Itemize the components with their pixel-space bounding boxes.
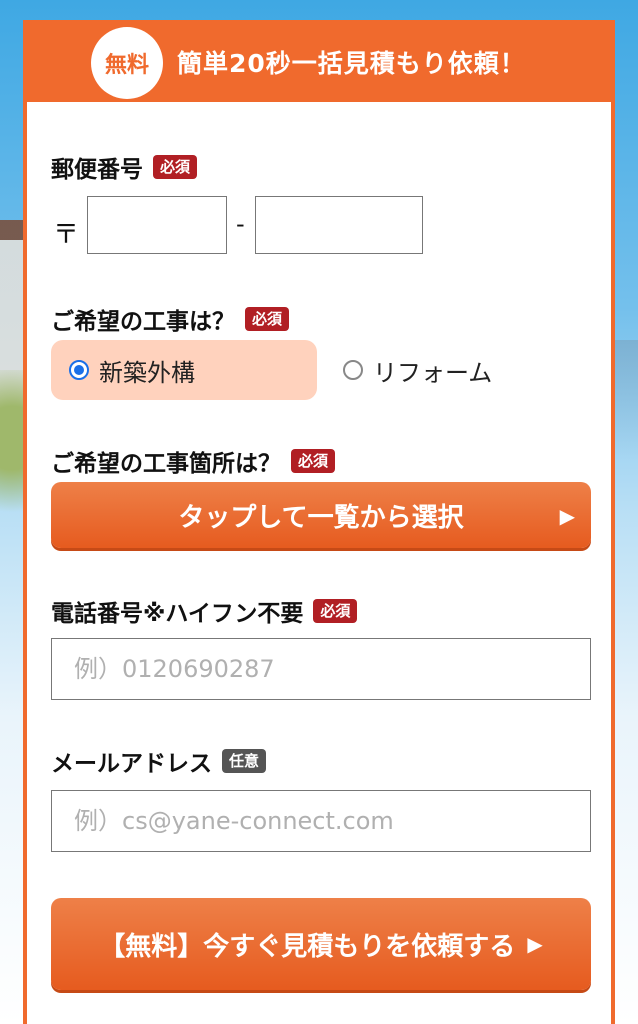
email-label-text: メールアドレス xyxy=(51,751,212,777)
work-location-label: ご希望の工事箇所は？ 必須 xyxy=(51,444,336,478)
required-tag: 必須 xyxy=(313,599,358,623)
required-tag: 必須 xyxy=(153,155,198,179)
email-label: メールアドレス 任意 xyxy=(51,744,267,778)
form-header: 無料 簡単20秒一括見積もり依頼！ xyxy=(27,24,611,102)
email-input[interactable] xyxy=(51,790,591,852)
estimate-form-card: 無料 簡単20秒一括見積もり依頼！ 郵便番号 必須 〒 - ご希望の工事は？ 必… xyxy=(23,20,615,1024)
work-type-label: ご希望の工事は？ 必須 xyxy=(51,302,290,336)
phone-label-text: 電話番号※ハイフン不要 xyxy=(51,601,304,627)
free-badge: 無料 xyxy=(91,27,163,99)
postal-code-label: 郵便番号 必須 xyxy=(51,150,198,184)
postal-mark-icon: 〒 xyxy=(53,220,80,250)
radio-checked-icon xyxy=(69,360,89,380)
radio-unchecked-icon xyxy=(343,360,363,380)
postal-code-dash: - xyxy=(236,210,245,238)
submit-button-label: 【無料】今すぐ見積もりを依頼する xyxy=(99,931,516,962)
phone-label: 電話番号※ハイフン不要 必須 xyxy=(51,594,358,628)
work-location-label-text: ご希望の工事箇所は？ xyxy=(51,451,281,477)
play-triangle-icon: ▶ xyxy=(559,504,575,528)
form-title: 簡単20秒一括見積もり依頼！ xyxy=(177,49,526,78)
play-triangle-icon: ▶ xyxy=(527,932,543,956)
radio-label: リフォーム xyxy=(373,358,493,387)
radio-label: 新築外構 xyxy=(99,358,195,387)
select-location-button[interactable]: タップして一覧から選択 ▶ xyxy=(51,482,591,548)
postal-code-second-input[interactable] xyxy=(255,196,423,254)
radio-new-construction[interactable]: 新築外構 xyxy=(51,340,317,400)
required-tag: 必須 xyxy=(245,307,290,331)
submit-estimate-button[interactable]: 【無料】今すぐ見積もりを依頼する ▶ xyxy=(51,898,591,990)
required-tag: 必須 xyxy=(291,449,336,473)
postal-code-label-text: 郵便番号 xyxy=(51,157,143,183)
optional-tag: 任意 xyxy=(222,749,267,773)
phone-input[interactable] xyxy=(51,638,591,700)
postal-code-first-input[interactable] xyxy=(87,196,227,254)
radio-reform[interactable]: リフォーム xyxy=(343,340,573,400)
work-type-label-text: ご希望の工事は？ xyxy=(51,309,235,335)
select-location-button-label: タップして一覧から選択 xyxy=(178,502,464,533)
